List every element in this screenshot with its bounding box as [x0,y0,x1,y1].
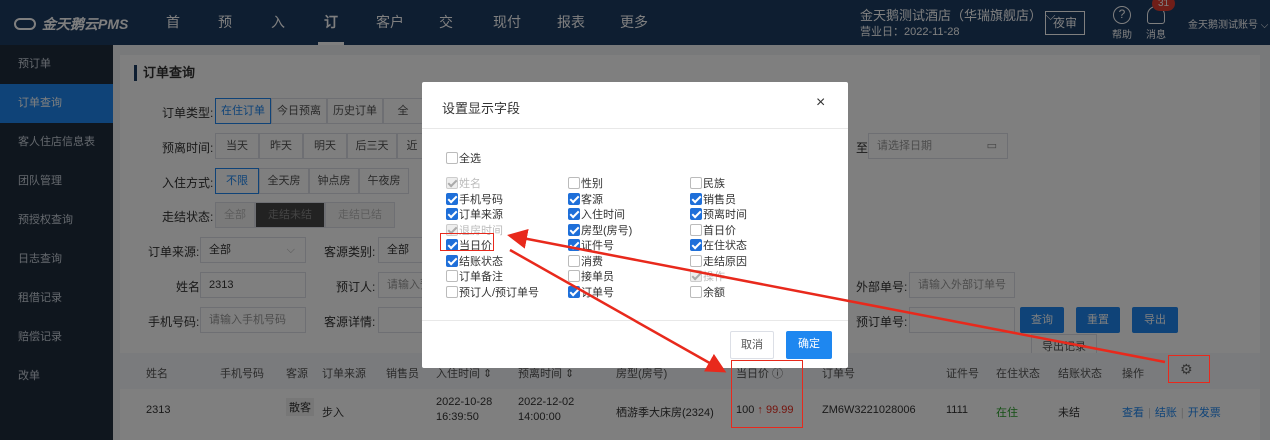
annotation-arrows [507,229,1166,373]
